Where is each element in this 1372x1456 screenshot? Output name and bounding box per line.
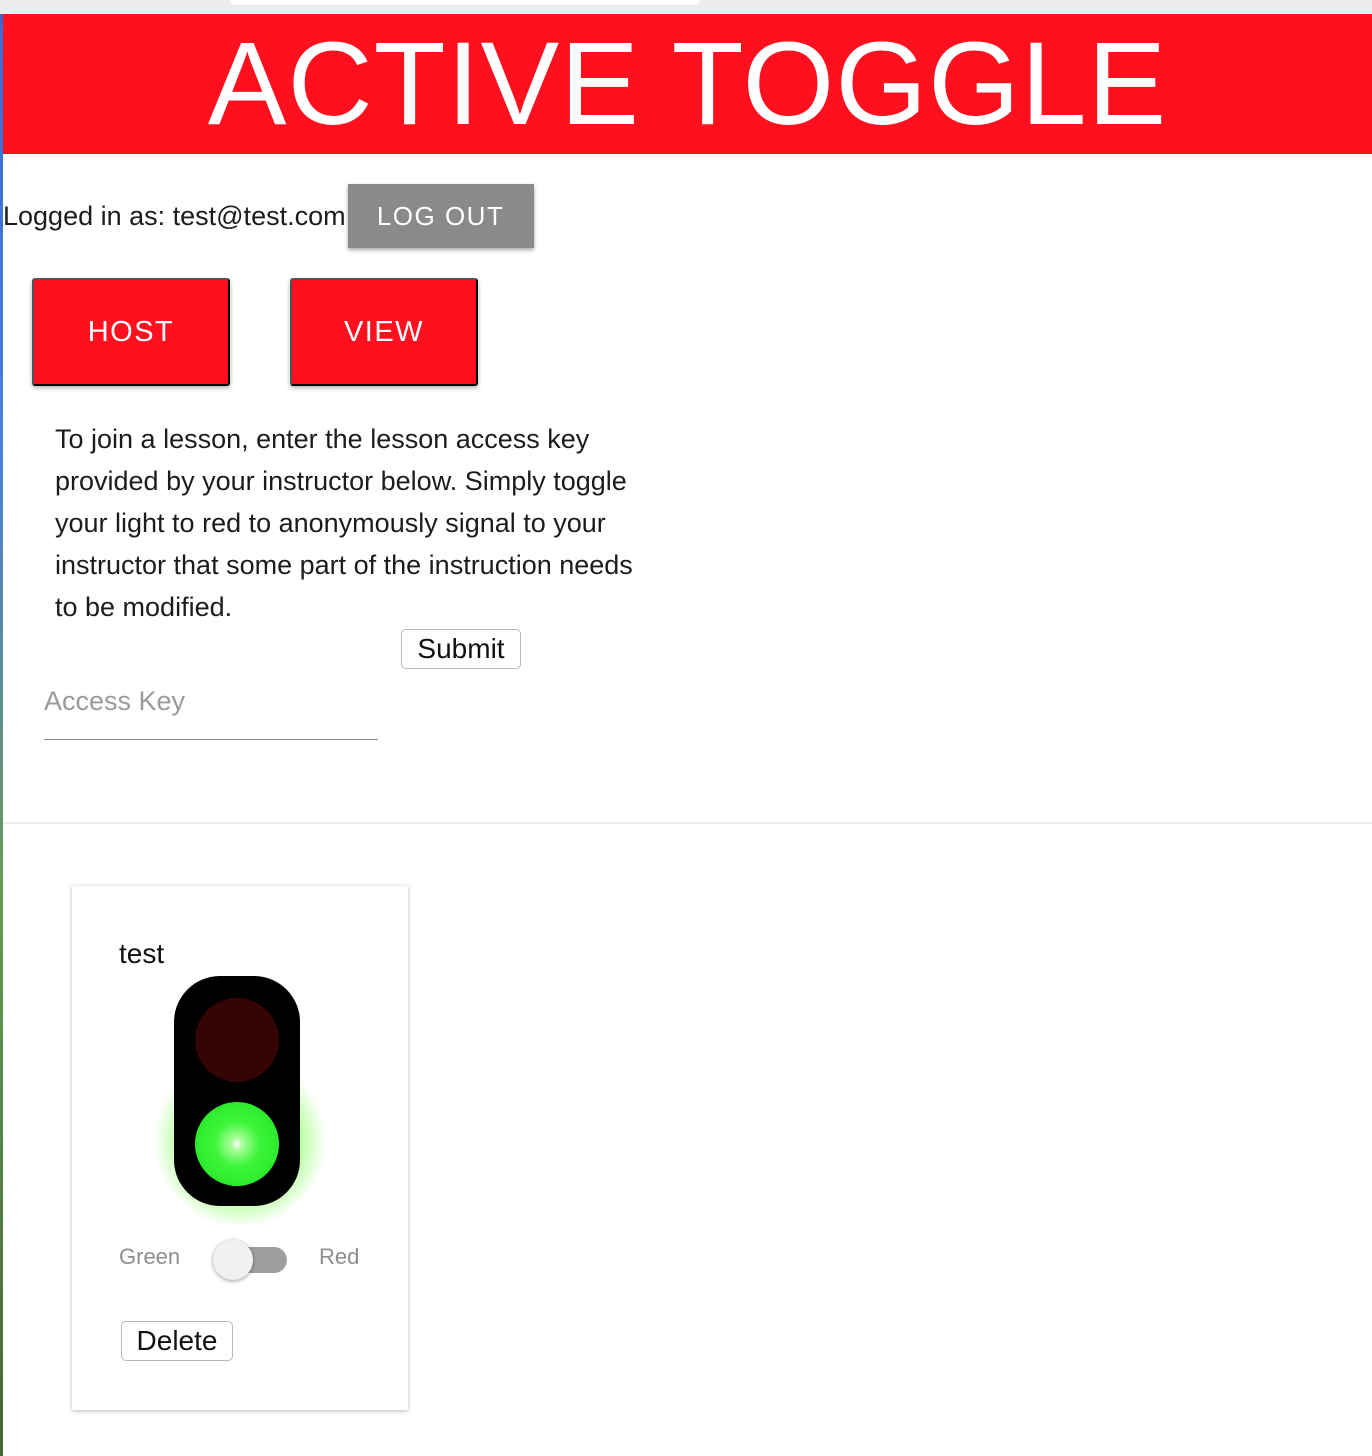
light-toggle-row: Green Red — [119, 1238, 379, 1280]
delete-button[interactable]: Delete — [121, 1321, 233, 1361]
traffic-light-icon — [174, 976, 300, 1206]
view-button[interactable]: VIEW — [290, 278, 478, 386]
logged-in-text: Logged in as: test@test.com — [3, 200, 346, 231]
submit-button[interactable]: Submit — [401, 629, 521, 669]
app-page: ACTIVE TOGGLE Logged in as: test@test.co… — [0, 0, 1372, 1456]
access-key-input[interactable] — [44, 676, 378, 726]
access-key-field — [44, 676, 378, 740]
app-header: ACTIVE TOGGLE — [3, 14, 1372, 154]
red-lamp-icon — [195, 998, 279, 1082]
join-instructions: To join a lesson, enter the lesson acces… — [55, 424, 633, 622]
section-divider — [3, 822, 1372, 824]
green-lamp-icon — [195, 1102, 279, 1186]
lesson-name: test — [119, 938, 165, 969]
host-button[interactable]: HOST — [32, 278, 230, 386]
browser-tab-edge — [230, 0, 700, 5]
account-bar: Logged in as: test@test.com LOG OUT — [3, 184, 534, 248]
app-title: ACTIVE TOGGLE — [207, 18, 1168, 150]
toggle-label-red: Red — [319, 1244, 360, 1269]
logout-button[interactable]: LOG OUT — [347, 184, 534, 248]
toggle-label-green: Green — [119, 1244, 181, 1269]
light-toggle-thumb[interactable] — [213, 1240, 253, 1280]
lesson-card: test Green Red Delete — [72, 886, 408, 1410]
browser-top-strip — [0, 0, 1372, 14]
